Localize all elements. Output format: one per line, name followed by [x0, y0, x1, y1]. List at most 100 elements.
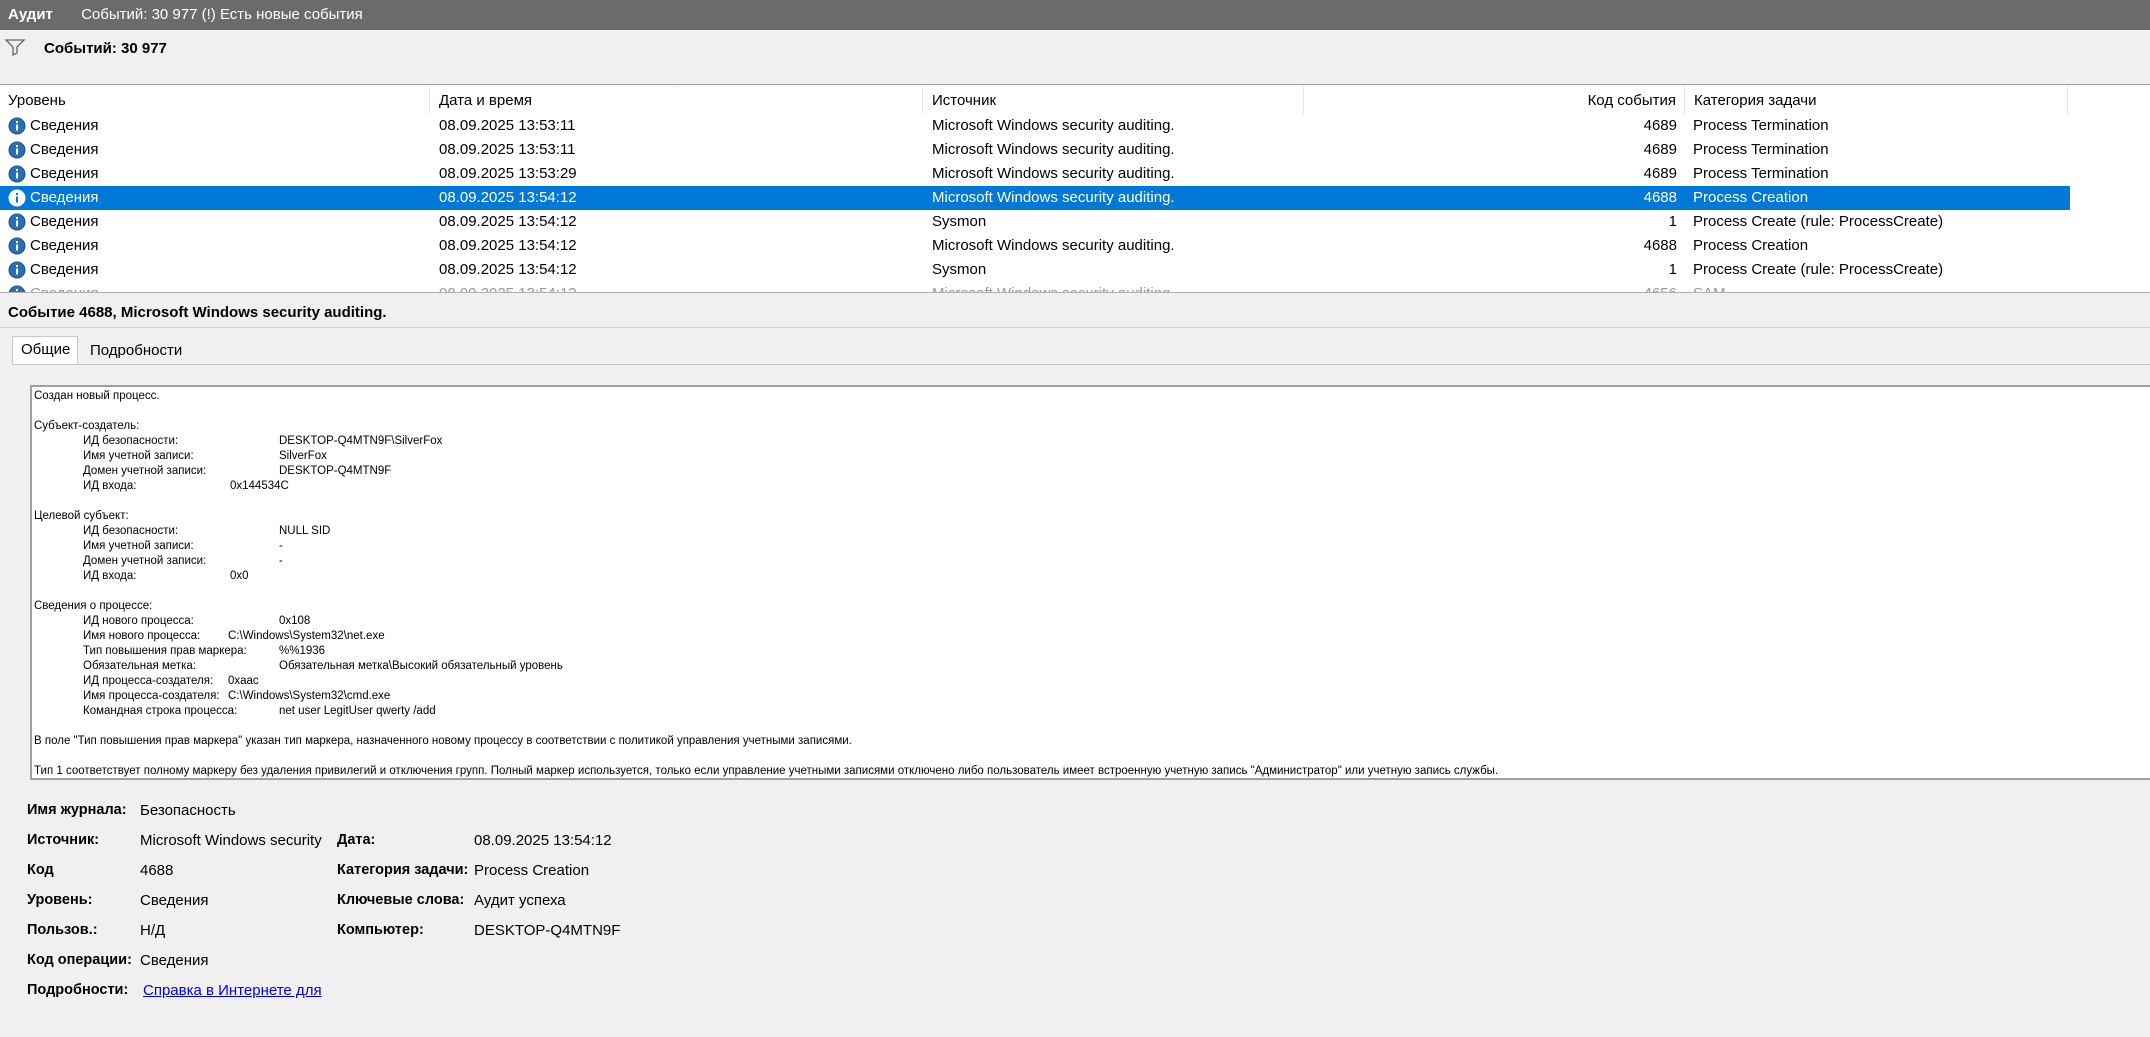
online-help-link[interactable]: Справка в Интернете для: [143, 982, 322, 999]
cell-source: Microsoft Windows security auditing.: [932, 141, 1175, 158]
level-label: Уровень:: [27, 892, 93, 908]
process-value: %%1936: [279, 645, 326, 657]
target-value: NULL SID: [279, 525, 331, 537]
target-header: Целевой субъект:: [34, 510, 129, 522]
log-name: Аудит: [8, 6, 53, 23]
cell-level: Сведения: [30, 165, 99, 182]
creator-label: Домен учетной записи:: [83, 465, 207, 477]
grid-header: Уровень Дата и время ^ Источник Код собы…: [0, 86, 2070, 114]
cell-level: Сведения: [30, 213, 99, 230]
date-label: Дата:: [337, 832, 376, 848]
target-value: -: [279, 540, 283, 552]
table-row[interactable]: Сведения 08.09.2025 13:54:12 Microsoft Win…: [0, 282, 2070, 292]
creator-value: DESKTOP-Q4MTN9F\SilverFox: [279, 435, 443, 447]
cell-event-code: 4688: [1643, 189, 1677, 206]
description-intro: Создан новый процесс.: [34, 390, 160, 402]
filter-icon[interactable]: [4, 38, 26, 56]
opcode-value: Сведения: [140, 952, 209, 969]
table-row[interactable]: Сведения 08.09.2025 13:54:12 Microsoft Win…: [0, 186, 2070, 210]
cell-datetime: 08.09.2025 13:54:12: [439, 189, 577, 206]
more-info-label: Подробности:: [27, 982, 129, 998]
column-header-event-code[interactable]: Код события: [1305, 86, 1685, 114]
table-row[interactable]: Сведения 08.09.2025 13:54:12 Sysmon 1 Proces…: [0, 258, 2070, 282]
column-header-level[interactable]: Уровень: [0, 86, 430, 114]
code-value: 4688: [140, 862, 174, 879]
cell-source: Sysmon: [932, 261, 987, 278]
event-status: Событий: 30 977 (!) Есть новые события: [81, 6, 363, 23]
cell-task-category: Process Create (rule: ProcessCreate): [1693, 213, 1944, 230]
table-row[interactable]: Сведения 08.09.2025 13:53:11 Microsoft Win…: [0, 138, 2070, 162]
info-icon: [8, 285, 26, 292]
cell-task-category: Process Termination: [1693, 117, 1829, 134]
log-name-value: Безопасность: [140, 802, 236, 819]
column-header-source[interactable]: Источник: [924, 86, 1304, 114]
keywords-label: Ключевые слова:: [337, 892, 465, 908]
creator-value: SilverFox: [279, 450, 327, 462]
cell-level: Сведения: [30, 261, 99, 278]
process-label: Обязательная метка:: [83, 660, 197, 672]
creator-label: ИД безопасности:: [83, 435, 179, 447]
event-detail-pane: Событие 4688, Microsoft Windows security…: [0, 298, 2150, 1037]
creator-label: ИД входа:: [83, 480, 137, 492]
cell-event-code: 4688: [1643, 237, 1677, 254]
table-row[interactable]: Сведения 08.09.2025 13:54:12 Sysmon 1 Proces…: [0, 210, 2070, 234]
date-value: 08.09.2025 13:54:12: [474, 832, 612, 849]
filter-bar: Событий: 30 977: [0, 30, 2150, 85]
target-label: Имя учетной записи:: [83, 540, 194, 552]
event-count: Событий: 30 977: [44, 40, 167, 57]
cell-event-code: 4689: [1643, 117, 1677, 134]
task-category-value: Process Creation: [474, 862, 590, 879]
cell-event-code: 4689: [1643, 165, 1677, 182]
tab-divider: [12, 364, 2150, 365]
process-label: ИД нового процесса:: [83, 615, 194, 627]
process-value: 0x108: [279, 615, 311, 627]
cell-source: Microsoft Windows security auditing.: [932, 237, 1175, 254]
cell-source: Microsoft Windows security auditing.: [932, 189, 1175, 206]
cell-task-category: Process Creation: [1693, 237, 1809, 254]
computer-label: Компьютер:: [337, 922, 424, 938]
process-value: Обязательная метка\Высокий обязательный …: [279, 660, 563, 672]
target-value: 0x0: [230, 570, 249, 582]
level-value: Сведения: [140, 892, 209, 909]
info-icon: [8, 165, 26, 183]
table-row[interactable]: Сведения 08.09.2025 13:53:11 Microsoft Win…: [0, 114, 2070, 138]
cell-level: Сведения: [30, 237, 99, 254]
cell-task-category: Process Creation: [1693, 189, 1809, 206]
process-label: Тип повышения прав маркера:: [83, 645, 247, 657]
user-value: Н/Д: [140, 922, 166, 939]
target-label: Домен учетной записи:: [83, 555, 207, 567]
cell-datetime: 08.09.2025 13:53:11: [439, 141, 576, 158]
cell-datetime: 08.09.2025 13:53:11: [439, 117, 576, 134]
process-value: net user LegitUser qwerty /add: [279, 705, 436, 717]
cell-source: Microsoft Windows security auditing.: [932, 282, 1302, 292]
cell-event-code: 4656: [1305, 282, 1677, 292]
cell-task-category: SAM: [1693, 282, 2065, 292]
cell-source: Microsoft Windows security auditing.: [932, 117, 1175, 134]
cell-datetime: 08.09.2025 13:54:12: [439, 282, 919, 292]
column-header-task-category[interactable]: Категория задачи: [1686, 86, 2068, 114]
tab-details[interactable]: Подробности: [82, 338, 192, 364]
cell-level: Сведения: [30, 189, 99, 206]
cell-task-category: Process Termination: [1693, 141, 1829, 158]
cell-datetime: 08.09.2025 13:54:12: [439, 261, 577, 278]
table-row[interactable]: Сведения 08.09.2025 13:54:12 Microsoft Win…: [0, 234, 2070, 258]
event-grid[interactable]: Уровень Дата и время ^ Источник Код собы…: [0, 86, 2150, 292]
computer-value: DESKTOP-Q4MTN9F: [474, 922, 621, 939]
info-icon: [8, 261, 26, 279]
process-value: C:\Windows\System32\net.exe: [228, 630, 385, 642]
creator-value: 0x144534C: [230, 480, 289, 492]
tab-general[interactable]: Общие: [12, 336, 78, 364]
code-label: Код: [27, 862, 54, 878]
description-note: Тип 1 соответствует полному маркеру без …: [34, 765, 1499, 777]
event-description-text[interactable]: Создан новый процесс. Субъект-создатель:…: [30, 385, 2150, 780]
creator-value: DESKTOP-Q4MTN9F: [279, 465, 392, 477]
event-properties: Имя журнала: Безопасность Источник: Micr…: [0, 788, 2150, 1028]
user-label: Пользов.:: [27, 922, 98, 938]
info-icon: [8, 141, 26, 159]
process-label: Имя процесса-создателя:: [83, 690, 220, 702]
cell-source: Microsoft Windows security auditing.: [932, 165, 1175, 182]
table-row[interactable]: Сведения 08.09.2025 13:53:29 Microsoft Win…: [0, 162, 2070, 186]
cell-event-code: 1: [1668, 213, 1677, 230]
cell-level: Сведения: [30, 117, 99, 134]
keywords-value: Аудит успеха: [474, 892, 566, 909]
